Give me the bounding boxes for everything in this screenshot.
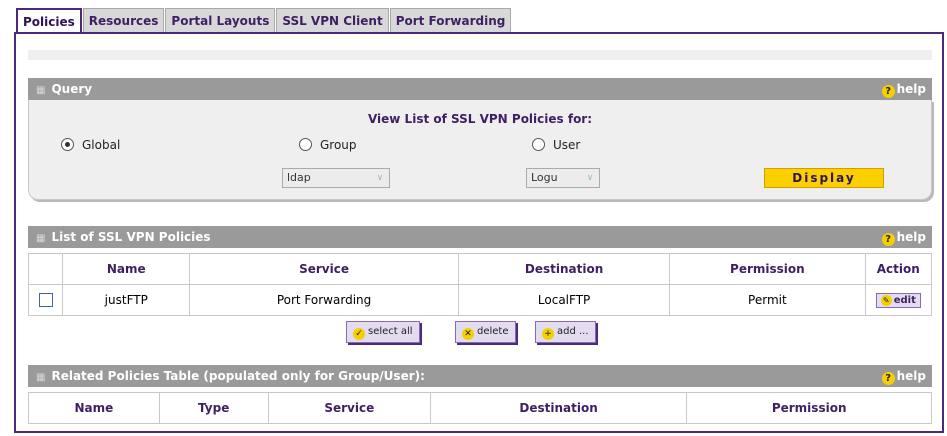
cell-name: justFTP [62,284,191,316]
tab-portal-layouts[interactable]: Portal Layouts [165,8,276,32]
top-strip [28,50,932,60]
checkbox-column-header [27,253,64,285]
select-all-button[interactable]: ✓ select all [346,321,420,343]
tab-resources[interactable]: Resources [82,8,165,32]
cell-permission: Permit [669,284,866,316]
column-header: Name [62,253,191,285]
radio-group-label: Group [320,138,357,152]
help-label: help [896,369,926,383]
select-all-label: select all [368,326,413,337]
policies-header-title: List of SSL VPN Policies [51,230,211,244]
tab-bar: Policies Resources Portal Layouts SSL VP… [16,8,512,34]
edit-label: edit [893,295,916,306]
table-header-row: Name Type Service Destination Permission [28,392,932,424]
radio-empty-icon [299,138,312,151]
grip-icon: ▦ [36,233,46,244]
column-header: Type [158,392,269,424]
radio-user-label: User [553,138,581,152]
tab-port-forwarding[interactable]: Port Forwarding [389,8,512,32]
radio-global-label: Global [82,138,121,152]
radio-user[interactable]: User [532,138,580,152]
chevron-down-icon: ∨ [586,173,594,183]
delete-button[interactable]: ✕ delete [455,321,516,343]
display-button[interactable]: Display [764,168,884,188]
related-help-link[interactable]: ? help [881,365,926,387]
query-help-link[interactable]: ? help [881,78,926,100]
add-button[interactable]: + add ... [535,321,596,343]
help-label: help [896,82,926,96]
chevron-down-icon: ∨ [376,173,384,183]
row-checkbox-cell [27,284,64,316]
row-checkbox[interactable] [38,293,53,308]
column-header: Name [28,392,160,424]
column-header: Service [189,253,460,285]
related-table: Name Type Service Destination Permission [28,392,932,424]
radio-group[interactable]: Group [299,138,357,152]
pencil-icon: ✎ [880,295,892,306]
edit-button[interactable]: ✎ edit [875,293,921,308]
table-row: justFTP Port Forwarding LocalFTP Permit … [27,284,933,316]
column-header: Destination [458,253,671,285]
cell-action: ✎ edit [864,284,933,316]
query-header-title: Query [51,82,93,96]
delete-label: delete [477,326,509,337]
policies-help-link[interactable]: ? help [881,226,926,248]
column-header: Permission [669,253,866,285]
related-header-title: Related Policies Table (populated only f… [51,369,425,383]
help-icon: ? [881,372,895,385]
user-select[interactable]: Logu ∨ [526,168,600,188]
column-header: Service [267,392,431,424]
grip-icon: ▦ [36,85,46,96]
add-label: add ... [557,326,589,337]
table-header-row: Name Service Destination Permission Acti… [27,253,933,285]
help-label: help [896,230,926,244]
group-select[interactable]: ldap ∨ [282,168,390,188]
policies-table: Name Service Destination Permission Acti… [27,253,933,316]
help-icon: ? [881,233,895,246]
delete-icon: ✕ [462,328,474,340]
tab-ssl-vpn-client[interactable]: SSL VPN Client [276,8,389,32]
column-header: Permission [686,392,932,424]
plus-icon: + [542,328,554,340]
grip-icon: ▦ [36,372,46,383]
tab-policies[interactable]: Policies [16,8,82,34]
cell-destination: LocalFTP [458,284,671,316]
user-select-value: Logu [531,171,558,184]
help-icon: ? [881,85,895,98]
group-select-value: ldap [287,171,311,184]
radio-empty-icon [532,138,545,151]
query-title: View List of SSL VPN Policies for: [367,112,593,126]
check-icon: ✓ [353,328,365,340]
cell-service: Port Forwarding [189,284,460,316]
column-header: Destination [429,392,688,424]
radio-selected-icon [61,138,74,151]
radio-global[interactable]: Global [61,138,120,152]
column-header: Action [864,253,933,285]
policies-header: ▦ List of SSL VPN Policies ? help [28,226,932,248]
related-header: ▦ Related Policies Table (populated only … [28,365,932,387]
query-header: ▦ Query ? help [28,78,932,100]
